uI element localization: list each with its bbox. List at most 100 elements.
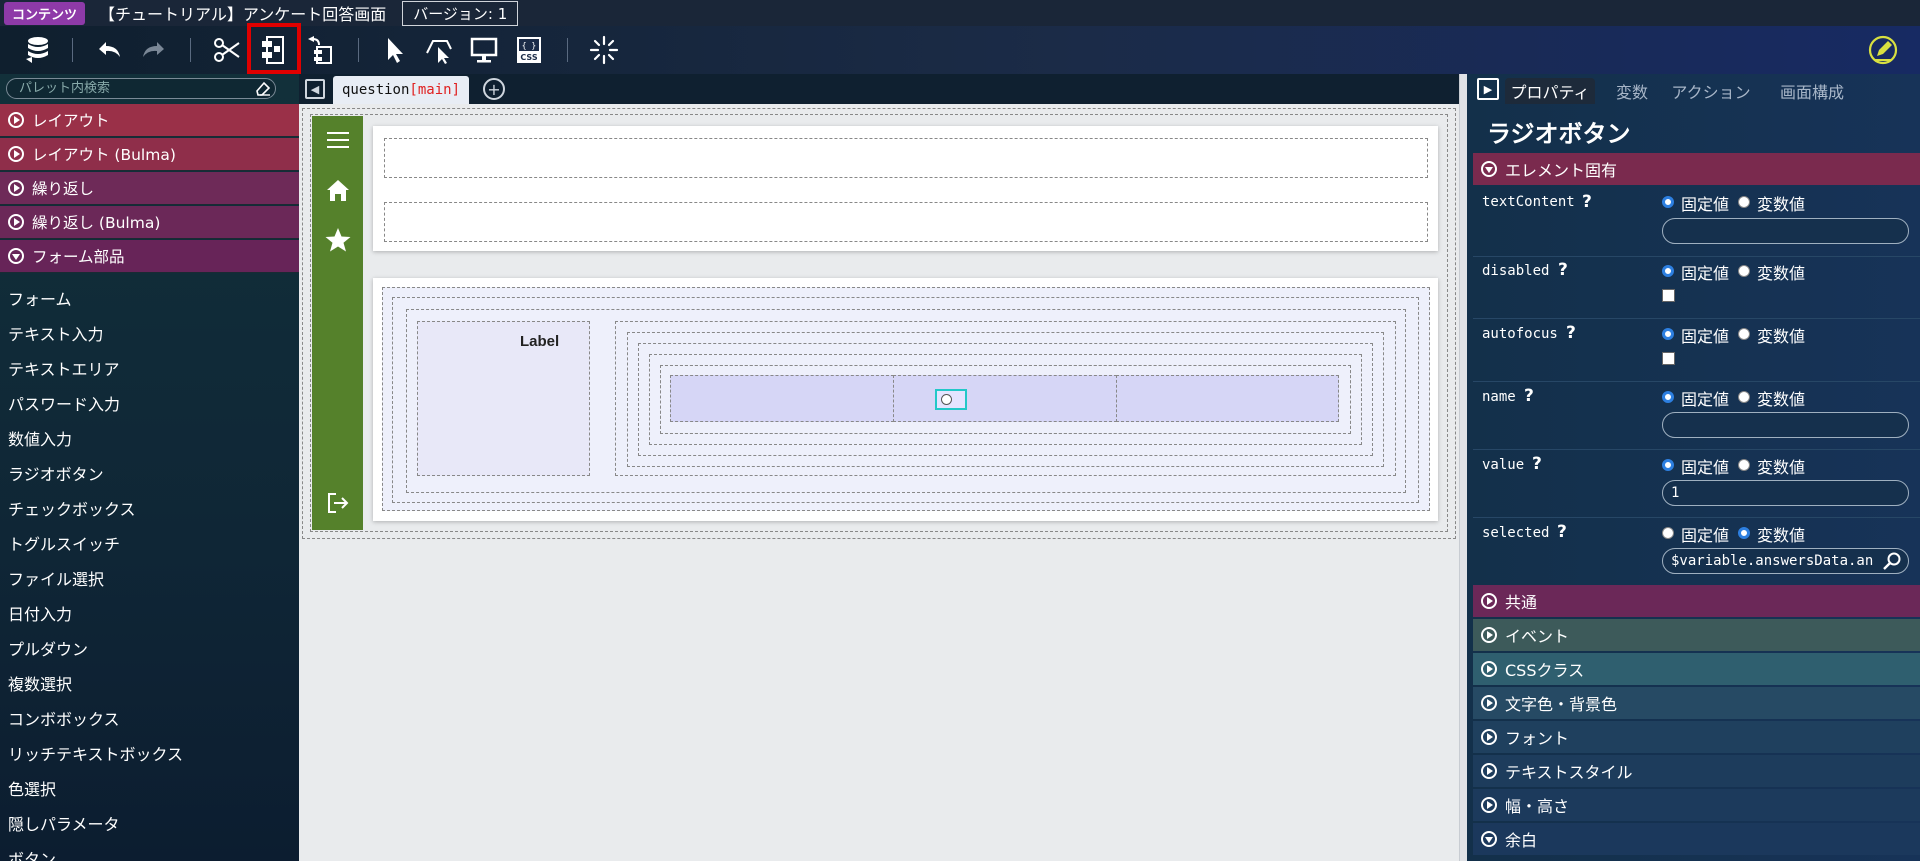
palette-cat-repeat[interactable]: 繰り返し xyxy=(0,172,299,205)
undo-icon[interactable] xyxy=(92,33,126,67)
palette-item-combobox[interactable]: コンボボックス xyxy=(8,706,120,730)
section-text-style[interactable]: テキストスタイル xyxy=(1473,755,1920,787)
collapse-props-icon[interactable]: ▶ xyxy=(1477,78,1499,100)
logout-icon[interactable] xyxy=(324,489,352,517)
variable-radio[interactable] xyxy=(1738,459,1750,471)
textContent-input[interactable] xyxy=(1662,218,1909,244)
eraser-icon[interactable] xyxy=(255,80,271,96)
prop-name-disabled: disabled xyxy=(1482,263,1550,279)
palette-item-textarea[interactable]: テキストエリア xyxy=(8,356,120,380)
palette-item-richtext[interactable]: リッチテキストボックス xyxy=(8,741,183,765)
menu-icon[interactable] xyxy=(324,126,352,154)
text-field-1[interactable] xyxy=(384,138,1428,178)
selected-input[interactable]: $variable.answersData.an xyxy=(1662,548,1909,574)
palette-item-pulldown[interactable]: プルダウン xyxy=(8,636,88,660)
expand-icon xyxy=(1481,627,1497,643)
section-colors[interactable]: 文字色・背景色 xyxy=(1473,687,1920,719)
value-input[interactable]: 1 xyxy=(1662,480,1909,506)
radio-cell-3[interactable] xyxy=(1116,375,1339,422)
redo-icon[interactable] xyxy=(137,33,171,67)
fixed-radio[interactable] xyxy=(1662,527,1674,539)
fixed-radio[interactable] xyxy=(1662,459,1674,471)
palette-item-form[interactable]: フォーム xyxy=(8,286,72,310)
expand-icon xyxy=(8,112,24,128)
palette-item-hidden[interactable]: 隠しパラメータ xyxy=(8,811,120,835)
section-size[interactable]: 幅・高さ xyxy=(1473,789,1920,821)
radio-cell-1[interactable] xyxy=(670,375,894,422)
label-container[interactable] xyxy=(417,321,590,476)
radio-cell-2[interactable] xyxy=(893,375,1117,422)
preview-icon[interactable] xyxy=(467,33,501,67)
select-area-icon[interactable] xyxy=(421,33,455,67)
palette-item-multiselect[interactable]: 複数選択 xyxy=(8,671,72,695)
tab-variables[interactable]: 変数 xyxy=(1607,78,1657,104)
fixed-radio[interactable] xyxy=(1662,265,1674,277)
variable-radio[interactable] xyxy=(1738,265,1750,277)
panel-splitter[interactable] xyxy=(1459,74,1467,861)
disabled-checkbox[interactable] xyxy=(1662,289,1675,302)
help-icon[interactable]: ? xyxy=(1524,386,1534,406)
fixed-radio[interactable] xyxy=(1662,328,1674,340)
database-icon[interactable] xyxy=(20,33,54,67)
collapse-palette-icon[interactable]: ◀ xyxy=(305,79,325,99)
expand-icon xyxy=(8,214,24,230)
variable-radio[interactable] xyxy=(1738,527,1750,539)
cut-icon[interactable] xyxy=(210,33,244,67)
section-css-class[interactable]: CSSクラス xyxy=(1473,653,1920,685)
prop-name-textContent: textContent xyxy=(1482,194,1575,210)
tab-screen-structure[interactable]: 画面構成 xyxy=(1767,78,1857,104)
section-font[interactable]: フォント xyxy=(1473,721,1920,753)
extract-component-icon[interactable] xyxy=(303,33,337,67)
tab-actions[interactable]: アクション xyxy=(1665,78,1757,104)
palette-item-text-input[interactable]: テキスト入力 xyxy=(8,321,104,345)
autofocus-checkbox[interactable] xyxy=(1662,352,1675,365)
palette-item-button[interactable]: ボタン xyxy=(8,846,56,861)
svg-text:{ }: { } xyxy=(522,41,536,50)
search-icon[interactable] xyxy=(1882,551,1902,571)
palette-search-input[interactable]: パレット内検索 xyxy=(6,78,276,99)
name-input[interactable] xyxy=(1662,412,1909,438)
palette-item-password[interactable]: パスワード入力 xyxy=(8,391,120,415)
tab-tag: [main] xyxy=(409,82,460,98)
help-icon[interactable]: ? xyxy=(1558,260,1568,280)
section-events[interactable]: イベント xyxy=(1473,619,1920,651)
section-common[interactable]: 共通 xyxy=(1473,585,1920,617)
section-label: 文字色・背景色 xyxy=(1505,695,1618,714)
help-icon[interactable]: ? xyxy=(1582,192,1592,212)
expand-icon xyxy=(1481,661,1497,677)
edit-icon[interactable] xyxy=(1866,33,1900,67)
help-icon[interactable]: ? xyxy=(1532,454,1542,474)
star-icon[interactable] xyxy=(324,226,352,254)
palette-item-toggle[interactable]: トグルスイッチ xyxy=(8,531,120,555)
section-element-specific[interactable]: エレメント固有 xyxy=(1473,153,1920,185)
text-field-2[interactable] xyxy=(384,202,1428,242)
palette-cat-repeat-bulma[interactable]: 繰り返し (Bulma) xyxy=(0,206,299,239)
help-icon[interactable]: ? xyxy=(1557,522,1567,542)
palette-item-date[interactable]: 日付入力 xyxy=(8,601,72,625)
tab-question[interactable]: question [main] xyxy=(333,76,469,104)
add-tab-icon[interactable]: + xyxy=(483,78,505,100)
variable-radio[interactable] xyxy=(1738,328,1750,340)
palette-item-color[interactable]: 色選択 xyxy=(8,776,56,800)
select-icon[interactable] xyxy=(378,33,412,67)
tab-properties[interactable]: プロパティ xyxy=(1505,78,1595,104)
palette-cat-layout-bulma[interactable]: レイアウト (Bulma) xyxy=(0,138,299,171)
css-icon[interactable]: { } CSS xyxy=(512,33,546,67)
home-icon[interactable] xyxy=(324,176,352,204)
loading-icon[interactable] xyxy=(587,33,621,67)
section-margin[interactable]: 余白 xyxy=(1473,823,1920,855)
side-nav[interactable] xyxy=(312,116,363,530)
palette-item-number[interactable]: 数値入力 xyxy=(8,426,72,450)
palette-item-radio[interactable]: ラジオボタン xyxy=(8,461,104,485)
variable-radio[interactable] xyxy=(1738,391,1750,403)
radio-button[interactable] xyxy=(941,394,952,405)
palette-cat-form-parts[interactable]: フォーム部品 xyxy=(0,240,299,273)
screen-title: 【チュートリアル】アンケート回答画面 xyxy=(99,5,387,24)
palette-cat-layout[interactable]: レイアウト xyxy=(0,104,299,137)
palette-item-file[interactable]: ファイル選択 xyxy=(8,566,104,590)
variable-radio[interactable] xyxy=(1738,196,1750,208)
help-icon[interactable]: ? xyxy=(1566,323,1576,343)
fixed-radio[interactable] xyxy=(1662,196,1674,208)
fixed-radio[interactable] xyxy=(1662,391,1674,403)
palette-item-checkbox[interactable]: チェックボックス xyxy=(8,496,136,520)
